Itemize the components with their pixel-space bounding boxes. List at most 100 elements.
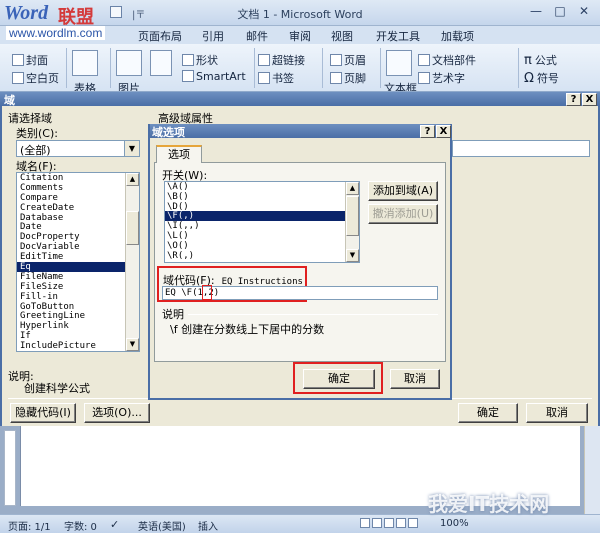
minimize-icon[interactable]: — bbox=[524, 2, 548, 20]
options-button[interactable]: 选项(O)... bbox=[84, 403, 150, 423]
watermark: 我爱IT技术网 bbox=[428, 492, 550, 516]
advanced-props-input[interactable] bbox=[452, 140, 590, 157]
quick-parts-button[interactable]: 文档部件 bbox=[418, 52, 476, 68]
draft-icon[interactable] bbox=[408, 518, 418, 528]
list-item[interactable]: GoToButton bbox=[17, 302, 139, 312]
scroll-thumb[interactable] bbox=[346, 196, 359, 236]
field-cancel-button[interactable]: 取消 bbox=[526, 403, 588, 423]
list-item[interactable]: Fill-in bbox=[17, 292, 139, 302]
word-count[interactable]: 字数: 0 bbox=[64, 518, 97, 533]
field-close-button[interactable]: X bbox=[582, 93, 597, 106]
web-layout-icon[interactable] bbox=[384, 518, 394, 528]
list-item[interactable]: \O() bbox=[165, 241, 359, 251]
tab-page-layout[interactable]: 页面布局 bbox=[138, 28, 182, 44]
field-ok-button[interactable]: 确定 bbox=[458, 403, 518, 423]
list-item[interactable]: GreetingLine bbox=[17, 311, 139, 321]
list-item[interactable]: \A() bbox=[165, 182, 359, 192]
fullscreen-reading-icon[interactable] bbox=[372, 518, 382, 528]
tab-review[interactable]: 审阅 bbox=[289, 28, 311, 44]
print-layout-icon[interactable] bbox=[360, 518, 370, 528]
view-buttons[interactable] bbox=[360, 518, 430, 529]
list-item[interactable]: \I(,,) bbox=[165, 221, 359, 231]
field-help-button[interactable]: ? bbox=[566, 93, 581, 106]
ribbon-divider bbox=[66, 48, 67, 88]
hide-codes-button[interactable]: 隐藏代码(I) bbox=[10, 403, 76, 423]
add-to-field-button[interactable]: 添加到域(A) bbox=[368, 181, 438, 201]
scroll-down-icon[interactable]: ▼ bbox=[126, 338, 139, 351]
scroll-down-icon[interactable]: ▼ bbox=[346, 249, 359, 262]
switches-scrollbar[interactable]: ▲ ▼ bbox=[345, 182, 359, 262]
tab-addins[interactable]: 加载项 bbox=[441, 28, 474, 44]
blank-page-icon bbox=[12, 72, 24, 84]
scroll-up-icon[interactable]: ▲ bbox=[126, 173, 139, 186]
symbol-button[interactable]: Ω 符号 bbox=[524, 70, 559, 86]
list-item[interactable]: Hyperlink bbox=[17, 321, 139, 331]
list-item-selected[interactable]: \F(,) bbox=[165, 211, 359, 221]
equation-button[interactable]: π 公式 bbox=[524, 52, 557, 68]
tab-view[interactable]: 视图 bbox=[331, 28, 353, 44]
tab-options[interactable]: 选项 bbox=[156, 145, 202, 163]
insert-mode[interactable]: 插入 bbox=[198, 518, 218, 533]
outline-icon[interactable] bbox=[396, 518, 406, 528]
tab-developer[interactable]: 开发工具 bbox=[376, 28, 420, 44]
list-item[interactable]: \R(,) bbox=[165, 251, 359, 261]
proofing-icon[interactable]: ✓ bbox=[110, 518, 119, 531]
tab-references[interactable]: 引用 bbox=[202, 28, 224, 44]
language-indicator[interactable]: 英语(美国) bbox=[138, 518, 186, 533]
field-desc-text: 创建科学公式 bbox=[24, 382, 90, 395]
list-item[interactable]: EditTime bbox=[17, 252, 139, 262]
list-item[interactable]: \L() bbox=[165, 231, 359, 241]
header-button[interactable]: 页眉 bbox=[330, 52, 366, 68]
options-cancel-button[interactable]: 取消 bbox=[390, 369, 440, 389]
category-select[interactable]: (全部) ▼ bbox=[16, 140, 140, 157]
chevron-down-icon[interactable]: ▼ bbox=[124, 141, 139, 156]
footer-button[interactable]: 页脚 bbox=[330, 70, 366, 86]
switches-list[interactable]: \A() \B() \D() \F(,) \I(,,) \L() \O() \R… bbox=[164, 181, 360, 263]
bookmark-button[interactable]: 书签 bbox=[258, 70, 294, 86]
page-count[interactable]: 页面: 1/1 bbox=[8, 518, 51, 533]
undo-add-button[interactable]: 撤消添加(U) bbox=[368, 204, 438, 224]
textbox-icon[interactable] bbox=[386, 50, 412, 76]
blank-page-button[interactable]: 空白页 bbox=[12, 70, 59, 86]
clipart-icon[interactable] bbox=[150, 50, 172, 76]
zoom-level[interactable]: 100% bbox=[440, 518, 469, 529]
options-help-button[interactable]: ? bbox=[420, 125, 435, 138]
list-item[interactable]: CreateDate bbox=[17, 203, 139, 213]
fieldname-scrollbar[interactable]: ▲ ▼ bbox=[125, 173, 139, 351]
list-item[interactable]: If bbox=[17, 331, 139, 341]
options-ok-button[interactable]: 确定 bbox=[303, 369, 375, 389]
hyperlink-button[interactable]: 超链接 bbox=[258, 52, 305, 68]
list-item[interactable]: DocVariable bbox=[17, 242, 139, 252]
list-item[interactable]: Comments bbox=[17, 183, 139, 193]
list-item[interactable]: Date bbox=[17, 222, 139, 232]
tab-mailings[interactable]: 邮件 bbox=[246, 28, 268, 44]
list-item[interactable]: FileSize bbox=[17, 282, 139, 292]
list-item[interactable]: Database bbox=[17, 213, 139, 223]
list-item[interactable]: IncludePicture bbox=[17, 341, 139, 351]
wordart-button[interactable]: 艺术字 bbox=[418, 70, 465, 86]
picture-icon[interactable] bbox=[116, 50, 142, 76]
list-item[interactable]: \D() bbox=[165, 202, 359, 212]
category-label: 类别(C): bbox=[16, 127, 58, 140]
picture-label: 图片 bbox=[118, 82, 140, 91]
list-item[interactable]: FileName bbox=[17, 272, 139, 282]
table-icon[interactable] bbox=[72, 50, 98, 76]
cover-button[interactable]: 封面 bbox=[12, 52, 48, 68]
close-icon[interactable]: ✕ bbox=[572, 2, 596, 20]
list-item[interactable]: Compare bbox=[17, 193, 139, 203]
fieldname-list[interactable]: Citation Comments Compare CreateDate Dat… bbox=[16, 172, 140, 352]
list-item-selected[interactable]: Eq bbox=[17, 262, 139, 272]
list-item[interactable]: DocProperty bbox=[17, 232, 139, 242]
scroll-up-icon[interactable]: ▲ bbox=[346, 182, 359, 195]
pi-icon: π bbox=[524, 53, 532, 68]
ribbon-divider bbox=[254, 48, 255, 88]
scroll-thumb[interactable] bbox=[126, 211, 139, 245]
options-close-button[interactable]: X bbox=[436, 125, 451, 138]
document-scrollbar[interactable] bbox=[584, 426, 600, 514]
list-item[interactable]: \B() bbox=[165, 192, 359, 202]
smartart-button[interactable]: SmartArt bbox=[182, 70, 246, 83]
maximize-icon[interactable]: □ bbox=[548, 2, 572, 20]
list-item[interactable]: Citation bbox=[17, 173, 139, 183]
shapes-button[interactable]: 形状 bbox=[182, 52, 218, 68]
quick-parts-icon bbox=[418, 54, 430, 66]
